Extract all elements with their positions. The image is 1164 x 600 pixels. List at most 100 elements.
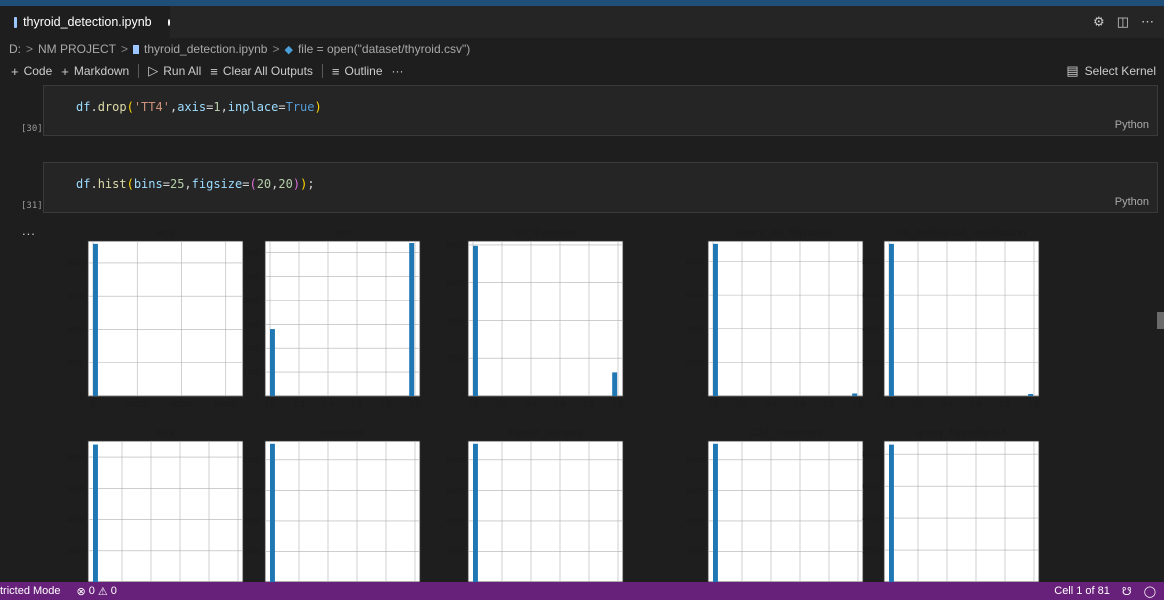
- x-tick-label: 0.8: [999, 400, 1011, 409]
- plot-axes: [707, 440, 864, 583]
- y-tick-label: 6000: [862, 482, 880, 491]
- run-all-button[interactable]: ▷ Run All: [148, 63, 201, 79]
- problems-indicator[interactable]: ⊗ 0 ⚠ 0: [77, 585, 117, 598]
- x-tick-label: 0.2: [736, 400, 748, 409]
- x-tick-label: 0.0: [883, 400, 895, 409]
- editor-actions: ⚙ ◫ ⋯: [1093, 6, 1154, 38]
- outline-icon: ≡: [331, 63, 340, 79]
- y-tick-label: 4000: [686, 517, 704, 526]
- y-tick-label: 0: [700, 392, 705, 401]
- cell-position[interactable]: Cell 1 of 81: [1054, 585, 1110, 597]
- x-tick-label: 0.8: [583, 400, 595, 409]
- y-tick-label: 8000: [446, 456, 464, 465]
- plot-axes: [87, 240, 244, 397]
- y-tick-label: 4000: [686, 325, 704, 334]
- notifications-icon[interactable]: ◯: [1144, 585, 1156, 598]
- restricted-mode-label[interactable]: tricted Mode: [0, 585, 61, 597]
- cell-source[interactable]: df.hist(bins=25,figsize=(20,20));: [76, 177, 315, 191]
- breadcrumb-drive[interactable]: D:: [9, 42, 21, 56]
- add-markdown-button[interactable]: + Markdown: [61, 64, 129, 79]
- code-cell[interactable]: df.hist(bins=25,figsize=(20,20)); Python: [43, 162, 1158, 213]
- x-tick-label: 0.0: [707, 400, 719, 409]
- execution-count: [31]: [21, 201, 43, 211]
- add-code-button[interactable]: + Code: [11, 64, 52, 79]
- outline-button[interactable]: ≡ Outline: [332, 64, 383, 79]
- cell-language[interactable]: Python: [1115, 119, 1149, 131]
- y-tick-label: 2000: [243, 344, 261, 353]
- x-tick-label: 0.4: [765, 400, 777, 409]
- y-tick-label: 6000: [243, 249, 261, 258]
- x-tick-label: 60000: [215, 400, 238, 409]
- plot-title: pregnant: [321, 427, 364, 439]
- breadcrumb-separator: >: [272, 42, 280, 56]
- tab-title: thyroid_detection.ipynb: [23, 15, 152, 29]
- plot-title: on_antithyroid_medication: [897, 227, 1025, 239]
- y-tick-label: 2000: [446, 354, 464, 363]
- code-cell[interactable]: df.drop('TT4',axis=1,inplace=True) Pytho…: [43, 85, 1158, 136]
- add-markdown-label: Markdown: [73, 64, 130, 78]
- y-tick-label: 2000: [243, 547, 261, 556]
- error-count: 0: [88, 585, 95, 597]
- x-tick-label: 0.6: [554, 400, 566, 409]
- plot-axes: [883, 240, 1040, 397]
- x-tick-label: 1.2: [293, 400, 305, 409]
- x-tick-label: 1.4: [322, 400, 334, 409]
- select-kernel-button[interactable]: ▤ Select Kernel: [1066, 60, 1156, 82]
- clear-outputs-label: Clear All Outputs: [222, 64, 313, 78]
- histogram-bar: [270, 443, 275, 582]
- accounts-icon[interactable]: ☋: [1122, 585, 1132, 598]
- y-tick-label: 0: [80, 392, 85, 401]
- unsaved-dot-icon[interactable]: [167, 18, 170, 26]
- clear-outputs-icon: ≡: [210, 63, 218, 79]
- histogram-bar: [612, 372, 618, 396]
- more-actions-icon[interactable]: ⋯: [1141, 14, 1154, 30]
- y-tick-label: 3000: [243, 320, 261, 329]
- plot-title: query_on_thyroxine: [737, 227, 834, 239]
- y-tick-label: 8000: [686, 257, 704, 266]
- histogram-bar: [852, 393, 858, 396]
- y-tick-label: 4000: [243, 517, 261, 526]
- y-tick-label: 2000: [446, 547, 464, 556]
- execution-count: [30]: [21, 124, 43, 134]
- breadcrumb-file[interactable]: thyroid_detection.ipynb: [144, 42, 267, 56]
- y-tick-label: 8000: [446, 241, 464, 250]
- plot-axes: [87, 440, 244, 583]
- y-tick-label: 4000: [862, 325, 880, 334]
- y-tick-label: 6000: [66, 484, 84, 493]
- breadcrumb-symbol[interactable]: file = open("dataset/thyroid.csv"): [298, 42, 470, 56]
- y-tick-label: 4000: [243, 296, 261, 305]
- run-all-icon: ▷: [148, 63, 159, 78]
- breadcrumb-separator: >: [121, 42, 129, 56]
- plus-icon: +: [61, 63, 69, 79]
- cell-language[interactable]: Python: [1115, 196, 1149, 208]
- cell-source[interactable]: df.drop('TT4',axis=1,inplace=True): [76, 100, 322, 114]
- toolbar-divider: [321, 64, 323, 78]
- y-tick-label: 2000: [862, 358, 880, 367]
- output-more-button[interactable]: ...: [22, 223, 36, 238]
- histogram-bar: [889, 243, 894, 396]
- plot-title: sick: [156, 427, 175, 439]
- y-tick-label: 4000: [446, 517, 464, 526]
- y-tick-label: 4000: [446, 316, 464, 325]
- breadcrumb-separator: >: [26, 42, 34, 56]
- status-bar: tricted Mode ⊗ 0 ⚠ 0 Cell 1 of 81 ☋ ◯: [0, 582, 1164, 600]
- tab-thyroid-notebook[interactable]: thyroid_detection.ipynb: [0, 6, 170, 38]
- notebook-file-icon: [14, 16, 18, 28]
- select-kernel-label: Select Kernel: [1084, 64, 1156, 78]
- y-tick-label: 4000: [66, 325, 84, 334]
- x-tick-label: 1.0: [264, 400, 276, 409]
- breadcrumb-folder[interactable]: NM PROJECT: [38, 42, 116, 56]
- clear-outputs-button[interactable]: ≡ Clear All Outputs: [210, 64, 313, 79]
- scrollbar-thumb[interactable]: [1157, 312, 1164, 329]
- y-tick-label: 8000: [862, 450, 880, 459]
- x-tick-label: 20000: [126, 400, 149, 409]
- x-tick-label: 0.2: [496, 400, 508, 409]
- more-toolbar-button[interactable]: ···: [392, 64, 404, 78]
- kernel-icon: ▤: [1066, 63, 1079, 78]
- histogram-bar: [473, 245, 478, 396]
- y-tick-label: 5000: [243, 272, 261, 281]
- split-editor-icon[interactable]: ◫: [1117, 14, 1129, 30]
- y-tick-label: 6000: [66, 292, 84, 301]
- outline-label: Outline: [344, 64, 383, 78]
- settings-icon[interactable]: ⚙: [1093, 14, 1105, 30]
